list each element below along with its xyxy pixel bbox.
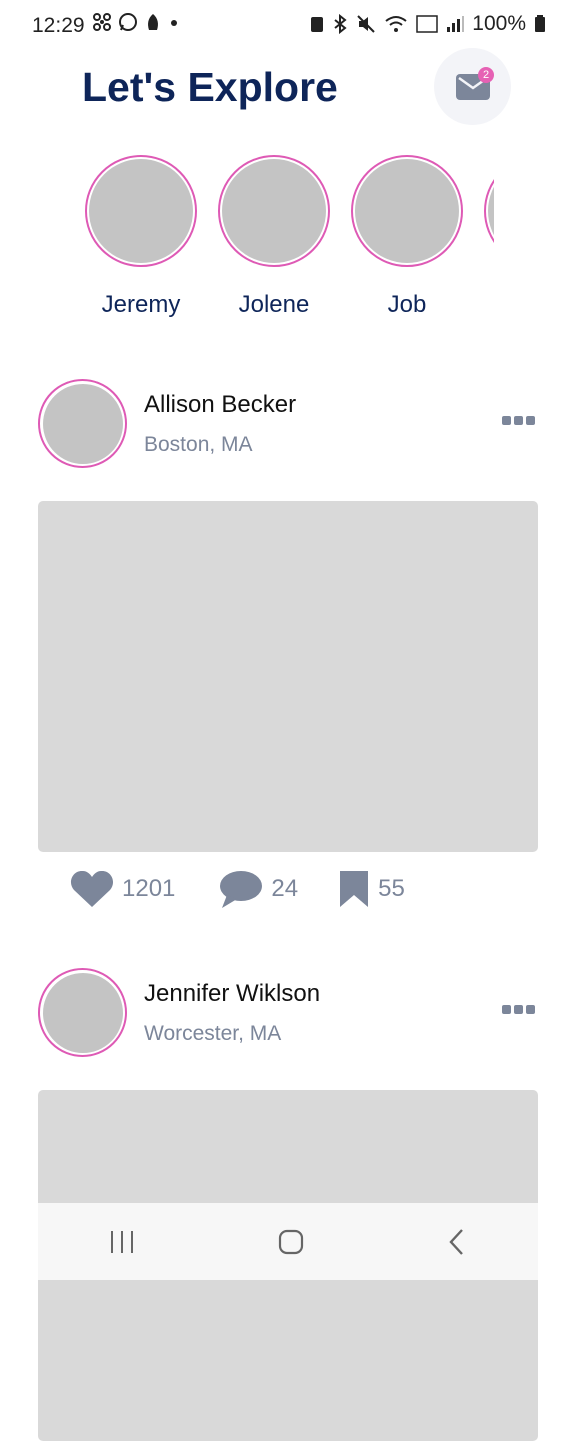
more-icon[interactable] (502, 1005, 535, 1014)
mute-icon (357, 15, 375, 33)
bookmark-icon (340, 871, 369, 907)
comment-icon (220, 871, 263, 908)
battery-icon (535, 15, 545, 32)
status-time: 12:29 (32, 14, 85, 37)
recent-apps-icon[interactable] (109, 1229, 135, 1255)
story-ring (484, 155, 494, 267)
dot-icon (171, 20, 177, 26)
notification-icons (92, 12, 180, 32)
story-item[interactable]: Jeremy (82, 155, 200, 319)
whatsapp-icon (119, 13, 137, 31)
home-icon[interactable] (278, 1229, 304, 1255)
post-author[interactable]: Jennifer Wiklson (144, 980, 320, 1008)
post-author[interactable]: Allison Becker (144, 391, 296, 419)
fan-icon (93, 13, 111, 31)
story-ring (351, 155, 463, 267)
heart-icon (70, 870, 114, 907)
post-actions: 1201 24 55 (70, 869, 405, 909)
page-title: Let's Explore (82, 64, 338, 110)
system-nav-bar (38, 1203, 538, 1280)
inbox-badge: 2 (478, 67, 494, 83)
save-button[interactable]: 55 (338, 870, 405, 908)
back-icon[interactable] (447, 1228, 467, 1256)
comment-count: 24 (271, 875, 299, 902)
story-item[interactable]: Job (348, 155, 466, 319)
bluetooth-icon (334, 14, 347, 34)
volte-icon (416, 15, 439, 33)
story-item[interactable]: Jolene (215, 155, 333, 319)
stories-carousel[interactable]: Jeremy Jolene Job J (82, 155, 494, 330)
story-ring (218, 155, 330, 267)
avatar (222, 159, 326, 263)
avatar (355, 159, 459, 263)
story-item[interactable]: J (481, 155, 494, 319)
signal-icon (447, 16, 465, 32)
inbox-button[interactable] (434, 48, 511, 125)
more-icon[interactable] (502, 416, 535, 425)
post-avatar-ring[interactable] (38, 379, 127, 468)
comment-button[interactable]: 24 (219, 869, 298, 909)
avatar (42, 972, 123, 1053)
post-location: Worcester, MA (144, 1022, 282, 1045)
app-icon (148, 14, 158, 30)
post-location: Boston, MA (144, 433, 253, 456)
story-name: J (481, 291, 494, 319)
avatar (89, 159, 193, 263)
status-bar: 12:29 100% (0, 0, 576, 52)
post-image[interactable] (38, 501, 538, 852)
battery-percent: 100% (472, 12, 526, 35)
story-name: Job (387, 291, 427, 318)
post-avatar-ring[interactable] (38, 968, 127, 1057)
story-name: Jeremy (101, 291, 181, 318)
avatar (42, 383, 123, 464)
like-button[interactable]: 1201 (70, 870, 175, 908)
wifi-icon (385, 16, 407, 32)
story-ring (85, 155, 197, 267)
system-icons: 100% (310, 12, 546, 36)
avatar (488, 159, 494, 263)
save-count: 55 (378, 875, 405, 902)
story-name: Jolene (238, 291, 310, 318)
like-count: 1201 (122, 875, 176, 902)
battery-saver-icon (311, 17, 324, 32)
